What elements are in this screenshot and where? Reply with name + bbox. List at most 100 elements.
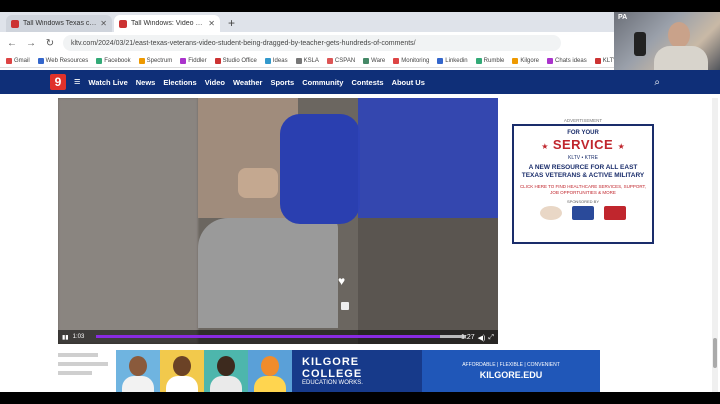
nav-item-about-us[interactable]: About Us <box>392 78 425 87</box>
ad-sponsored: SPONSORED BY <box>566 199 599 204</box>
veterans-ad[interactable]: FOR YOUR ★ SERVICE ★ KLTV • KTRE A NEW R… <box>512 124 654 244</box>
kilgore-brand: KILGORE COLLEGE EDUCATION WORKS. <box>292 350 422 392</box>
volume-icon[interactable]: ◀) <box>478 334 486 342</box>
back-arrow-icon[interactable]: ← <box>6 38 18 49</box>
nav-item-community[interactable]: Community <box>302 78 343 87</box>
nav-item-sports[interactable]: Sports <box>270 78 294 87</box>
bookmark-item[interactable]: Fiddler <box>180 57 207 64</box>
bookmark-item[interactable]: Kilgore <box>512 57 539 64</box>
ad-label: ADVERTISEMENT <box>563 118 603 123</box>
kilgore-college-banner[interactable]: KILGORE COLLEGE EDUCATION WORKS. AFFORDA… <box>116 350 600 392</box>
bookmark-item[interactable]: Web Resources <box>37 57 89 64</box>
bookmark-favicon-icon <box>437 57 444 64</box>
bookmark-item[interactable]: Ware <box>363 57 386 64</box>
hamburger-menu-icon[interactable]: ≡ <box>74 76 80 88</box>
reload-icon[interactable]: ↻ <box>44 38 56 49</box>
bookmark-item[interactable]: Facebook <box>96 57 131 64</box>
bookmark-label: Facebook <box>104 57 131 64</box>
nav-item-elections[interactable]: Elections <box>163 78 196 87</box>
bookmark-item[interactable]: Monitoring <box>393 57 429 64</box>
video-duration: 1:27 <box>461 334 475 341</box>
bookmark-item[interactable]: CSPAN <box>326 57 356 64</box>
browser-tab[interactable]: Tall Windows Texas chamber ✕ <box>6 15 112 32</box>
close-tab-icon[interactable]: ✕ <box>208 19 215 28</box>
banner-person-photo <box>160 350 204 392</box>
bookmark-item[interactable]: Chats ideas <box>547 57 587 64</box>
bookmark-label: Ware <box>371 57 386 64</box>
new-tab-icon[interactable]: + <box>222 16 241 32</box>
bookmark-favicon-icon <box>393 57 400 64</box>
bookmark-label: Studio Office <box>222 57 257 64</box>
bookmark-label: CSPAN <box>334 57 356 64</box>
tab-favicon-icon <box>119 19 127 28</box>
bookmark-favicon-icon <box>547 57 554 64</box>
bookmark-favicon-icon <box>96 57 103 64</box>
bookmark-item[interactable]: Linkedin <box>437 57 468 64</box>
browser-tab-active[interactable]: Tall Windows: Video of student ✕ <box>114 15 220 32</box>
browser-toolbar: ← → ↻ kltv.com/2024/03/21/east-texas-vet… <box>0 32 720 54</box>
bookmark-favicon-icon <box>37 57 44 64</box>
nav-item-news[interactable]: News <box>136 78 156 87</box>
ad-click-text: CLICK HERE TO FIND HEALTHCARE SERVICES, … <box>519 184 647 195</box>
sponsor-logo-icon <box>604 206 626 220</box>
video-elapsed: 1:03 <box>72 334 85 340</box>
nav-item-weather[interactable]: Weather <box>233 78 262 87</box>
nav-item-video[interactable]: Video <box>205 78 225 87</box>
bookmark-item[interactable]: KSLA <box>295 57 319 64</box>
microphone-icon <box>634 32 646 56</box>
comment-icon[interactable] <box>341 302 349 310</box>
webcam-overlay: PA <box>614 12 720 72</box>
nav-item-watch-live[interactable]: Watch Live <box>88 78 127 87</box>
banner-right-small: AFFORDABLE | FLEXIBLE | CONVENIENT <box>462 362 560 368</box>
page-scrollbar[interactable] <box>712 98 718 392</box>
star-icon: ★ <box>617 142 625 151</box>
site-navigation: 9 ≡ Watch Live News Elections Video Weat… <box>0 70 720 94</box>
video-figure-blue <box>280 114 360 224</box>
bookmark-item[interactable]: Rumble <box>475 57 505 64</box>
bookmark-label: Fiddler <box>188 57 207 64</box>
bookmark-favicon-icon <box>363 57 370 64</box>
banner-right: AFFORDABLE | FLEXIBLE | CONVENIENT KILGO… <box>422 350 600 392</box>
ad-service-text: SERVICE <box>552 137 614 152</box>
play-pause-icon[interactable]: ▮▮ <box>62 334 69 341</box>
bookmark-favicon-icon <box>214 57 221 64</box>
scrollbar-thumb[interactable] <box>713 338 717 368</box>
bookmark-favicon-icon <box>264 57 271 64</box>
bookmark-favicon-icon <box>594 57 601 64</box>
banner-url[interactable]: KILGORE.EDU <box>480 370 543 380</box>
bookmark-label: KSLA <box>303 57 319 64</box>
bookmark-item[interactable]: Studio Office <box>214 57 257 64</box>
video-progress-fill <box>96 335 441 338</box>
station-logo[interactable]: 9 <box>50 74 66 90</box>
video-progress-bar[interactable] <box>96 335 466 338</box>
bookmark-item[interactable]: Ideas <box>264 57 288 64</box>
screen-frame: Tall Windows Texas chamber ✕ Tall Window… <box>0 12 720 392</box>
address-bar[interactable]: kltv.com/2024/03/21/east-texas-veterans-… <box>63 35 561 51</box>
like-heart-icon[interactable]: ♥ <box>338 274 345 288</box>
bookmark-label: Web Resources <box>45 57 89 64</box>
fullscreen-icon[interactable]: ⤢ <box>488 334 494 342</box>
bookmark-label: Rumble <box>483 57 505 64</box>
presenter-body <box>654 46 708 72</box>
bookmark-favicon-icon <box>180 57 187 64</box>
tab-favicon-icon <box>11 19 19 28</box>
close-tab-icon[interactable]: ✕ <box>100 19 107 28</box>
banner-tagline: EDUCATION WORKS. <box>302 380 363 386</box>
bookmark-item[interactable]: Spectrum <box>138 57 173 64</box>
bookmark-favicon-icon <box>326 57 333 64</box>
webcam-sign: PA <box>618 14 628 21</box>
bookmark-favicon-icon <box>475 57 482 64</box>
ad-brands: KLTV • KTRE <box>568 155 598 161</box>
browser-tab-bar: Tall Windows Texas chamber ✕ Tall Window… <box>0 12 720 32</box>
forward-arrow-icon[interactable]: → <box>25 38 37 49</box>
texas-flag-icon <box>572 206 594 220</box>
video-player[interactable]: ♥ ▮▮ 1:03 1:27 ◀) ⤢ <box>58 98 498 344</box>
search-icon[interactable]: ⌕ <box>654 77 660 88</box>
bookmark-label: Spectrum <box>146 57 173 64</box>
bookmark-favicon-icon <box>512 57 519 64</box>
banner-person-photo <box>204 350 248 392</box>
banner-college-line1: KILGORE <box>302 356 360 368</box>
nav-item-contests[interactable]: Contests <box>351 78 383 87</box>
bookmark-item[interactable]: Gmail <box>6 57 30 64</box>
video-blur-region <box>58 98 198 344</box>
